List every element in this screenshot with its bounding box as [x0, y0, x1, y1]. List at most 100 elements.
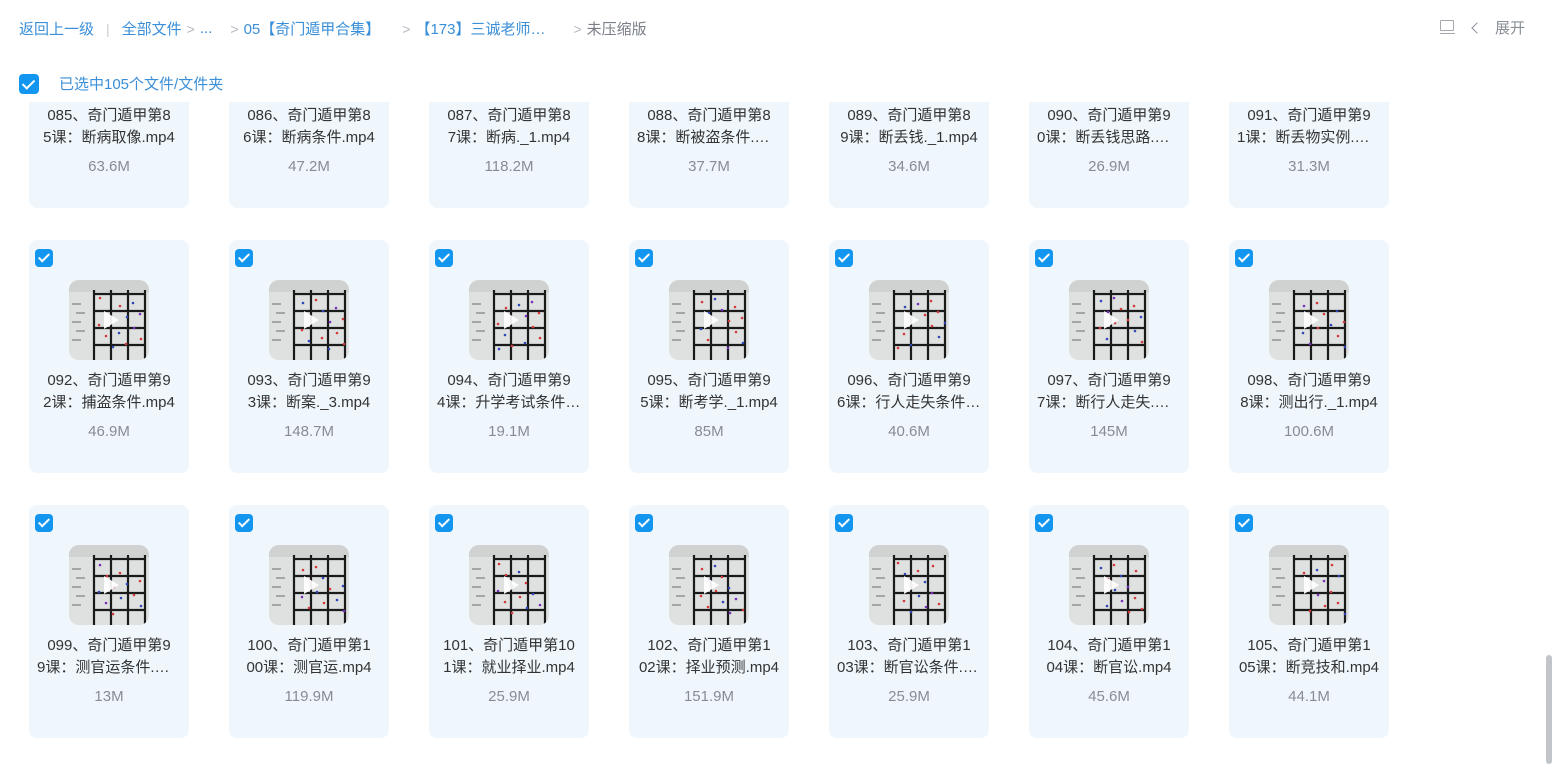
file-size: 100.6M [1283, 423, 1335, 440]
file-size: 46.9M [88, 423, 130, 440]
file-size: 63.6M [88, 158, 130, 175]
chevron-left-icon [1471, 21, 1483, 34]
file-name: 087、奇门遁甲第8 7课：断病._1.mp4 [437, 105, 581, 149]
panel-icon[interactable] [1439, 19, 1455, 37]
video-thumbnail[interactable] [69, 545, 149, 625]
file-name-line-2: 3课：断案._3.mp4 [247, 394, 371, 411]
file-card[interactable]: 096、奇门遁甲第9 6课：行人走失条件.mp4 40.6M [829, 240, 989, 473]
file-name: 095、奇门遁甲第9 5课：断考学._1.mp4 [637, 370, 781, 414]
video-thumbnail[interactable] [869, 545, 949, 625]
file-checkbox[interactable] [435, 249, 453, 267]
video-thumbnail[interactable] [669, 280, 749, 360]
file-card[interactable]: 101、奇门遁甲第10 1课：就业择业.mp4 25.9M [429, 505, 589, 738]
file-size: 47.2M [288, 158, 330, 175]
file-card[interactable]: 105、奇门遁甲第1 05课：断竞技和.mp4 44.1M [1229, 505, 1389, 738]
breadcrumb-all-files[interactable]: 全部文件 [122, 18, 182, 39]
file-checkbox[interactable] [1235, 249, 1253, 267]
file-card[interactable]: 089、奇门遁甲第8 9课：断丢钱._1.mp4 34.6M [829, 102, 989, 208]
file-name-line-1: 098、奇门遁甲第9 [1247, 372, 1371, 389]
file-name-line-1: 094、奇门遁甲第9 [447, 372, 571, 389]
video-thumbnail[interactable] [269, 545, 349, 625]
file-checkbox[interactable] [835, 514, 853, 532]
file-card[interactable]: 094、奇门遁甲第9 4课：升学考试条件.mp4 19.1M [429, 240, 589, 473]
file-checkbox[interactable] [1035, 249, 1053, 267]
file-name-line-2: 5课：断病取像.mp4 [43, 129, 175, 146]
file-name-line-1: 085、奇门遁甲第8 [47, 107, 171, 124]
file-name-line-1: 089、奇门遁甲第8 [847, 107, 971, 124]
file-card[interactable]: 092、奇门遁甲第9 2课：捕盗条件.mp4 46.9M [29, 240, 189, 473]
file-card[interactable]: 103、奇门遁甲第1 03课：断官讼条件.mp4 25.9M [829, 505, 989, 738]
back-link[interactable]: 返回上一级 [19, 18, 94, 39]
file-name-line-1: 102、奇门遁甲第1 [647, 637, 771, 654]
file-checkbox[interactable] [635, 249, 653, 267]
video-thumbnail[interactable] [1069, 280, 1149, 360]
scrollbar-thumb[interactable] [1546, 655, 1552, 764]
breadcrumb-folder-173[interactable]: 【173】三诚老师奇门遁甲... [415, 18, 557, 39]
file-name-line-2: 05课：断竞技和.mp4 [1238, 659, 1380, 676]
file-name-line-2: 04课：断官讼.mp4 [1046, 659, 1172, 676]
file-card[interactable]: 100、奇门遁甲第1 00课：测官运.mp4 119.9M [229, 505, 389, 738]
file-size: 40.6M [888, 423, 930, 440]
breadcrumb-separator: > [573, 20, 582, 37]
file-card[interactable]: 095、奇门遁甲第9 5课：断考学._1.mp4 85M [629, 240, 789, 473]
file-size: 26.9M [1088, 158, 1130, 175]
file-name: 091、奇门遁甲第9 1课：断丢物实例.mp4 [1237, 105, 1381, 149]
file-card[interactable]: 093、奇门遁甲第9 3课：断案._3.mp4 148.7M [229, 240, 389, 473]
file-grid: 085、奇门遁甲第8 5课：断病取像.mp4 63.6M 086、奇门遁甲第8 6课：断… [0, 102, 1540, 764]
file-name-line-1: 090、奇门遁甲第9 [1047, 107, 1171, 124]
file-name-line-2: 03课：断官讼条件.mp4 [837, 659, 981, 676]
expand-button[interactable]: 展开 [1471, 17, 1525, 38]
file-card[interactable]: 086、奇门遁甲第8 6课：断病条件.mp4 47.2M [229, 102, 389, 208]
file-card[interactable]: 091、奇门遁甲第9 1课：断丢物实例.mp4 31.3M [1229, 102, 1389, 208]
video-thumbnail[interactable] [869, 280, 949, 360]
video-thumbnail[interactable] [269, 280, 349, 360]
file-name-line-1: 095、奇门遁甲第9 [647, 372, 771, 389]
video-thumbnail[interactable] [1269, 280, 1349, 360]
video-thumbnail[interactable] [669, 545, 749, 625]
file-name: 103、奇门遁甲第1 03课：断官讼条件.mp4 [837, 635, 981, 679]
breadcrumb-folder-05[interactable]: 05【奇门遁甲合集】 [244, 18, 381, 39]
breadcrumb-separator: > [230, 20, 239, 37]
file-card[interactable]: 088、奇门遁甲第8 8课：断被盗条件.mp4 37.7M [629, 102, 789, 208]
file-name-line-1: 100、奇门遁甲第1 [247, 637, 371, 654]
file-card[interactable]: 104、奇门遁甲第1 04课：断官讼.mp4 45.6M [1029, 505, 1189, 738]
file-name-line-2: 7课：断病._1.mp4 [447, 129, 571, 146]
video-thumbnail[interactable] [1069, 545, 1149, 625]
file-card[interactable]: 102、奇门遁甲第1 02课：择业预测.mp4 151.9M [629, 505, 789, 738]
file-checkbox[interactable] [435, 514, 453, 532]
video-thumbnail[interactable] [69, 280, 149, 360]
toolbar-right: 展开 [1439, 17, 1525, 38]
file-checkbox[interactable] [1035, 514, 1053, 532]
file-name-line-1: 087、奇门遁甲第8 [447, 107, 571, 124]
file-checkbox[interactable] [235, 249, 253, 267]
file-name-line-2: 5课：断考学._1.mp4 [640, 394, 778, 411]
file-checkbox[interactable] [35, 514, 53, 532]
file-size: 34.6M [888, 158, 930, 175]
video-thumbnail[interactable] [469, 280, 549, 360]
breadcrumb-collapsed[interactable]: ... [200, 20, 213, 37]
file-size: 31.3M [1288, 158, 1330, 175]
file-name-line-2: 1课：就业择业.mp4 [443, 659, 575, 676]
file-checkbox[interactable] [35, 249, 53, 267]
file-name: 096、奇门遁甲第9 6课：行人走失条件.mp4 [837, 370, 981, 414]
file-card[interactable]: 099、奇门遁甲第9 9课：测官运条件.mp4 13M [29, 505, 189, 738]
file-card[interactable]: 085、奇门遁甲第8 5课：断病取像.mp4 63.6M [29, 102, 189, 208]
play-icon [869, 280, 949, 360]
file-card[interactable]: 097、奇门遁甲第9 7课：断行人走失.mp4 145M [1029, 240, 1189, 473]
file-name-line-2: 6课：断病条件.mp4 [243, 129, 375, 146]
file-card[interactable]: 098、奇门遁甲第9 8课：测出行._1.mp4 100.6M [1229, 240, 1389, 473]
file-name-line-2: 7课：断行人走失.mp4 [1037, 394, 1181, 411]
video-thumbnail[interactable] [469, 545, 549, 625]
file-card[interactable]: 090、奇门遁甲第9 0课：断丢钱思路.mp4 26.9M [1029, 102, 1189, 208]
file-checkbox[interactable] [635, 514, 653, 532]
file-checkbox[interactable] [835, 249, 853, 267]
file-checkbox[interactable] [1235, 514, 1253, 532]
file-card[interactable]: 087、奇门遁甲第8 7课：断病._1.mp4 118.2M [429, 102, 589, 208]
file-name: 104、奇门遁甲第1 04课：断官讼.mp4 [1037, 635, 1181, 679]
play-icon [69, 280, 149, 360]
video-thumbnail[interactable] [1269, 545, 1349, 625]
file-name-line-1: 093、奇门遁甲第9 [247, 372, 371, 389]
file-name-line-1: 099、奇门遁甲第9 [47, 637, 171, 654]
select-all-checkbox[interactable] [19, 73, 39, 94]
file-checkbox[interactable] [235, 514, 253, 532]
